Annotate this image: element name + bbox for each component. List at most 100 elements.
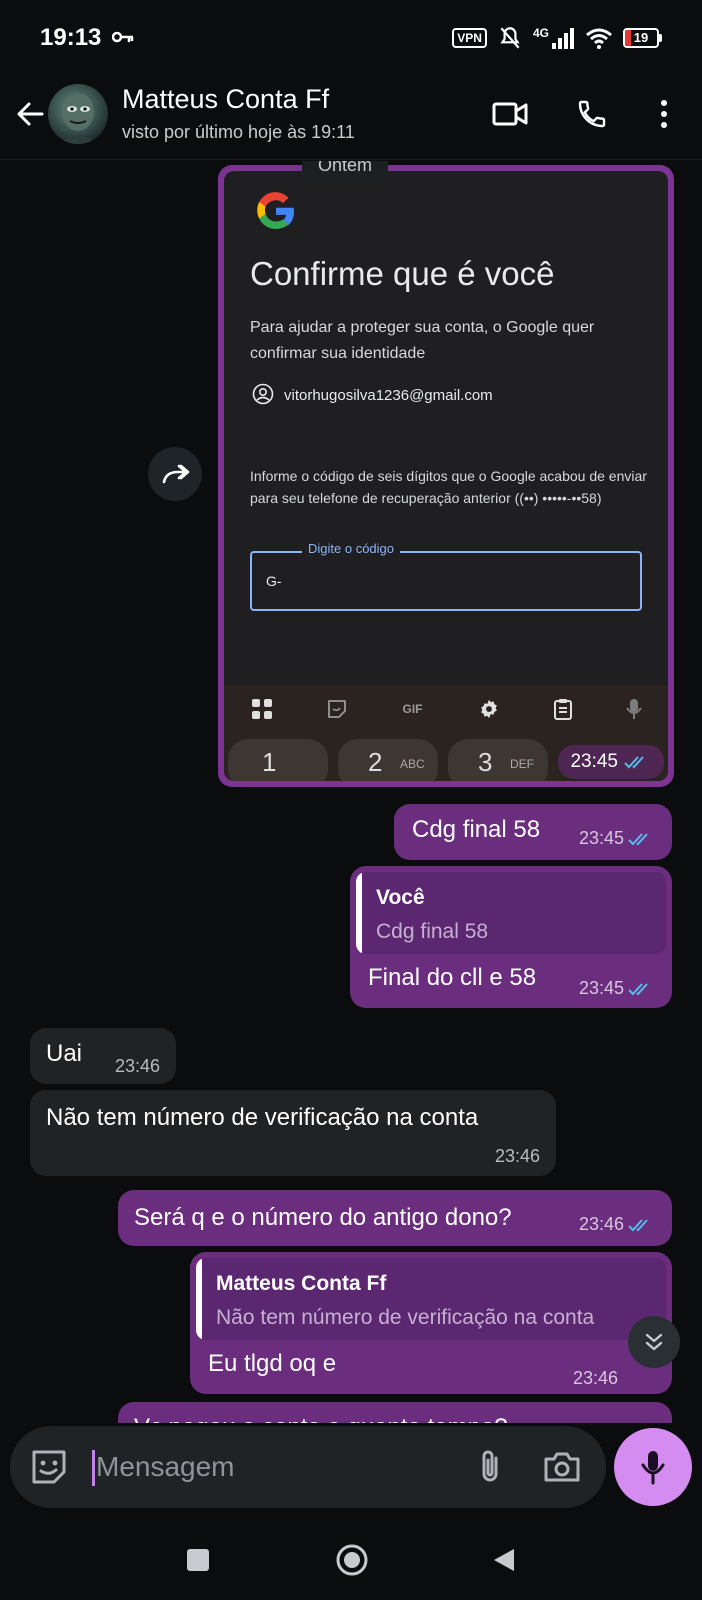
message-outgoing-reply[interactable]: Você Cdg final 58 Final do cll e 58 23:4… bbox=[350, 866, 672, 1008]
message-outgoing[interactable]: Vc pegou a conta a quanto tempo? bbox=[118, 1402, 672, 1423]
status-time: 19:13 bbox=[40, 24, 102, 51]
message-time: 23:45 bbox=[578, 828, 624, 848]
recents-button[interactable] bbox=[176, 1538, 220, 1582]
quote-bar bbox=[356, 872, 362, 954]
message-meta: 23:45 bbox=[579, 978, 656, 999]
message-text: Uai bbox=[46, 1040, 83, 1067]
message-time: 23:45 bbox=[578, 978, 624, 998]
microphone-icon bbox=[641, 1451, 665, 1485]
forward-button[interactable] bbox=[148, 447, 202, 501]
message-time: 23:46 bbox=[114, 1056, 160, 1076]
phone-icon bbox=[578, 100, 606, 128]
voice-call-button[interactable] bbox=[570, 92, 614, 136]
message-time: 23:46 bbox=[494, 1146, 540, 1166]
message-incoming[interactable]: Não tem número de verificação na conta 2… bbox=[30, 1090, 556, 1176]
network-type: 4G bbox=[532, 26, 549, 40]
code-field-value: G- bbox=[266, 573, 282, 589]
google-account-email: vitorhugosilva1236@gmail.com bbox=[284, 387, 493, 404]
message-text: Cdg final 58 bbox=[412, 816, 541, 843]
contact-avatar[interactable] bbox=[48, 84, 108, 144]
message-time: 23:46 bbox=[578, 1214, 624, 1234]
double-chevron-down-icon bbox=[645, 1333, 663, 1351]
message-meta: 23:46 bbox=[115, 1056, 160, 1077]
status-icons: VPN 4G 19 bbox=[452, 24, 662, 52]
read-ticks-icon bbox=[628, 982, 648, 995]
message-meta: 23:46 bbox=[573, 1368, 618, 1389]
message-text: Não tem número de verificação na conta bbox=[46, 1104, 479, 1131]
message-outgoing[interactable]: Cdg final 58 23:45 bbox=[394, 804, 672, 860]
quote-bar bbox=[196, 1258, 202, 1340]
mute-icon bbox=[500, 27, 520, 49]
home-button[interactable] bbox=[330, 1538, 374, 1582]
contact-last-seen: visto por último hoje às 19:11 bbox=[122, 122, 355, 142]
settings-gear-icon bbox=[480, 699, 497, 719]
message-text: Final do cll e 58 bbox=[368, 964, 537, 991]
back-arrow-icon[interactable] bbox=[12, 96, 48, 132]
text-caret bbox=[92, 1450, 95, 1486]
forward-icon bbox=[162, 464, 190, 484]
video-call-icon bbox=[492, 102, 528, 126]
quoted-text: Cdg final 58 bbox=[376, 920, 489, 943]
apps-grid-icon bbox=[251, 699, 272, 719]
message-composer bbox=[10, 1426, 606, 1508]
video-call-button[interactable] bbox=[488, 92, 532, 136]
message-meta: 23:45 bbox=[579, 828, 656, 849]
sticker-emoji-icon[interactable] bbox=[28, 1446, 70, 1488]
message-outgoing[interactable]: Será q e o número do antigo dono? 23:46 bbox=[118, 1190, 672, 1246]
keyboard-mic-icon bbox=[625, 699, 642, 719]
system-navigation-bar bbox=[0, 1520, 702, 1600]
status-bar: 19:13 VPN 4G 19 bbox=[0, 0, 702, 74]
avatar-image bbox=[58, 93, 98, 144]
image-message[interactable]: Ontem Confirme que é você Para ajudar a … bbox=[218, 161, 674, 787]
chat-header: Matteus Conta Ff visto por último hoje à… bbox=[0, 74, 702, 160]
code-field-label: Digite o código bbox=[302, 541, 400, 556]
battery-level-text: 19 bbox=[633, 30, 649, 45]
google-code-info: Informe o código de seis dígitos que o G… bbox=[250, 468, 647, 506]
key-3-sub: DEF bbox=[510, 757, 534, 771]
delivered-ticks-icon bbox=[628, 1218, 648, 1231]
clipboard-icon bbox=[553, 699, 572, 720]
contact-name[interactable]: Matteus Conta Ff bbox=[122, 84, 329, 115]
back-triangle-icon bbox=[494, 1549, 514, 1571]
google-confirm-title: Confirme que é você bbox=[250, 255, 555, 292]
gif-icon: GIF bbox=[402, 702, 423, 716]
quoted-text: Não tem número de verificação na conta bbox=[216, 1306, 595, 1329]
vpn-key-icon bbox=[112, 31, 134, 43]
key-2-label: 2 bbox=[368, 747, 383, 777]
key-3: 3 DEF bbox=[448, 739, 548, 781]
camera-icon[interactable] bbox=[540, 1446, 584, 1488]
key-1-label: 1 bbox=[262, 747, 277, 777]
cell-signal-icon bbox=[552, 28, 574, 49]
more-vert-icon bbox=[661, 100, 667, 128]
quoted-author: Você bbox=[376, 886, 425, 909]
key-1: 1 bbox=[228, 739, 328, 781]
more-options-button[interactable] bbox=[642, 92, 686, 136]
wifi-icon bbox=[586, 28, 612, 49]
scroll-to-bottom-button[interactable] bbox=[628, 1316, 680, 1368]
image-attachment[interactable]: Confirme que é você Para ajudar a proteg… bbox=[224, 171, 668, 781]
quoted-message[interactable]: Você Cdg final 58 bbox=[356, 872, 666, 954]
read-ticks-icon bbox=[624, 756, 644, 769]
recents-square-icon bbox=[187, 1549, 209, 1571]
message-meta: 23:46 bbox=[495, 1146, 540, 1167]
date-chip: Ontem bbox=[302, 161, 389, 183]
message-meta: 23:46 bbox=[579, 1214, 656, 1235]
message-time: 23:46 bbox=[572, 1368, 618, 1388]
voice-record-button[interactable] bbox=[614, 1428, 692, 1506]
code-field: Digite o código G- bbox=[250, 541, 642, 611]
message-input[interactable] bbox=[96, 1444, 456, 1490]
chat-messages[interactable]: Ontem Confirme que é você Para ajudar a … bbox=[0, 161, 702, 1423]
battery-icon: 19 bbox=[623, 28, 662, 48]
read-ticks-icon bbox=[628, 832, 648, 845]
image-message-meta: 23:45 bbox=[558, 745, 664, 779]
attach-icon[interactable] bbox=[470, 1446, 512, 1488]
sticker-icon bbox=[327, 700, 346, 718]
message-text: Vc pegou a conta a quanto tempo? bbox=[134, 1414, 508, 1423]
google-logo-icon bbox=[257, 192, 295, 230]
quoted-message[interactable]: Matteus Conta Ff Não tem número de verif… bbox=[196, 1258, 666, 1340]
back-button[interactable] bbox=[482, 1538, 526, 1582]
message-incoming[interactable]: Uai 23:46 bbox=[30, 1028, 176, 1084]
message-outgoing-reply[interactable]: Matteus Conta Ff Não tem número de verif… bbox=[190, 1252, 672, 1394]
home-circle-icon bbox=[336, 1544, 368, 1576]
key-3-label: 3 bbox=[478, 747, 493, 777]
